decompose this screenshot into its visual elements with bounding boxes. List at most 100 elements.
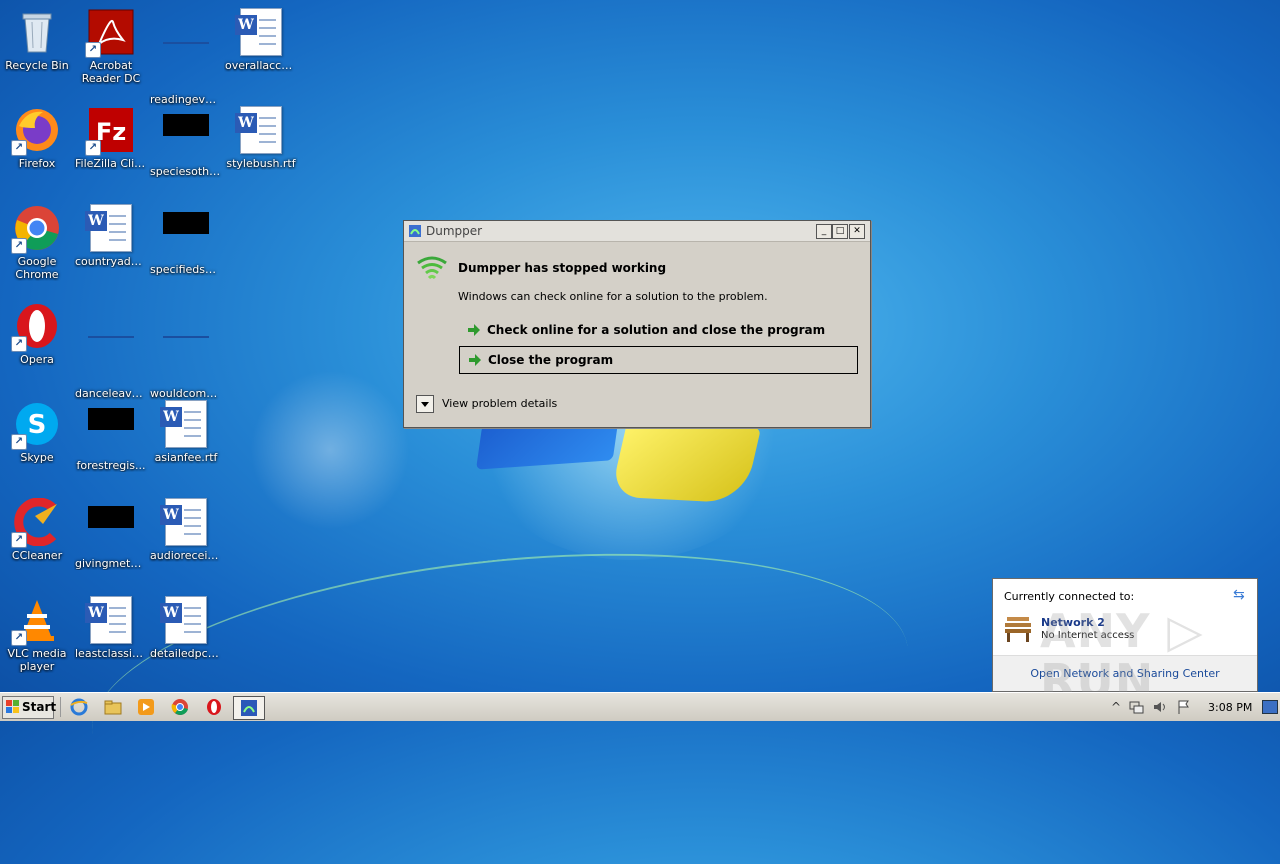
ccleaner-icon: ↗ — [11, 497, 61, 548]
desktop-icon-firefox[interactable]: ↗ Firefox — [0, 100, 74, 192]
desktop-icon-countryadd[interactable]: W countryadd... — [74, 198, 148, 290]
close-program-option[interactable]: Close the program — [459, 346, 858, 374]
filezilla-icon: Fz ↗ — [85, 106, 135, 156]
desktop-icon-overallacco[interactable]: W overallacco... — [224, 2, 298, 94]
desktop-icon-label: overallacco... — [225, 59, 298, 72]
desktop-icon-vlc[interactable]: ↗ VLC media player — [0, 590, 74, 682]
desktop-icon-skype[interactable]: S ↗ Skype — [0, 394, 74, 486]
internet-explorer-icon[interactable] — [70, 698, 88, 716]
desktop-icon-label: CCleaner — [11, 549, 63, 562]
dialog-heading: Dumpper has stopped working — [458, 261, 667, 275]
chevron-down-icon[interactable] — [416, 395, 434, 413]
desktop-icon-detailedpc[interactable]: W detailedpc.rtf — [149, 590, 223, 682]
vlc-icon: ↗ — [11, 596, 61, 646]
black-file-icon — [162, 212, 210, 260]
word-document-icon: W — [160, 498, 210, 546]
blank-file-icon — [162, 336, 210, 384]
desktop-icon-label: countryadd... — [75, 255, 148, 268]
file-explorer-icon[interactable] — [104, 698, 122, 716]
svg-text:S: S — [28, 410, 47, 440]
wifi-signal-icon — [416, 253, 448, 285]
black-file-icon — [87, 408, 135, 456]
green-arrow-icon — [467, 323, 481, 337]
chrome-icon: ↗ — [11, 204, 61, 254]
skype-icon: S ↗ — [11, 400, 61, 450]
desktop-icon-wouldcompo[interactable]: wouldcompo... — [149, 296, 223, 400]
desktop-icon-label: VLC media player — [7, 647, 67, 673]
refresh-icon[interactable]: ⇆ — [1233, 587, 1249, 603]
check-online-label: Check online for a solution and close th… — [487, 323, 826, 337]
desktop-icon-audioreceiv[interactable]: W audioreceiv... — [149, 492, 223, 584]
start-button[interactable]: Start — [2, 696, 57, 719]
black-file-icon — [162, 114, 210, 162]
media-player-icon[interactable] — [137, 698, 155, 716]
start-label: Start — [22, 700, 57, 714]
taskbar-clock[interactable]: 3:08 PM — [1208, 701, 1252, 714]
desktop-icon-google-chrome[interactable]: ↗ Google Chrome — [0, 198, 74, 290]
desktop-icon-recycle-bin[interactable]: Recycle Bin — [0, 2, 74, 94]
minimize-button[interactable]: _ — [816, 224, 832, 239]
desktop-icon-label: specifiedso... — [150, 263, 223, 276]
volume-icon[interactable] — [1152, 699, 1168, 715]
black-file-icon — [87, 506, 135, 554]
dialog-message: Windows can check online for a solution … — [458, 290, 768, 303]
desktop-icon-stylebush[interactable]: W stylebush.rtf — [224, 100, 298, 192]
desktop-icon-asianfee[interactable]: W asianfee.rtf — [149, 394, 223, 486]
desktop-icon-label: audioreceiv... — [150, 549, 223, 562]
desktop-icon-label: forestregis... — [76, 459, 146, 472]
dialog-title: Dumpper — [426, 224, 483, 238]
dialog-titlebar[interactable]: Dumpper _ □ ✕ — [404, 221, 870, 242]
dumpper-taskbar-button[interactable] — [233, 696, 265, 720]
desktop-icon-leastclassic[interactable]: W leastclassic.rtf — [74, 590, 148, 682]
view-details-label: View problem details — [442, 397, 558, 410]
word-document-icon: W — [160, 596, 210, 644]
desktop-icon-specifiedso[interactable]: specifiedso... — [149, 198, 223, 290]
desktop-icon-label: stylebush.rtf — [226, 157, 296, 170]
desktop-icon-danceleave[interactable]: danceleave.... — [74, 296, 148, 400]
desktop-icon-label: leastclassic.rtf — [75, 647, 148, 660]
close-button[interactable]: ✕ — [849, 224, 865, 239]
word-document-icon: W — [85, 204, 135, 252]
dumpper-taskbar-icon — [241, 700, 257, 716]
desktop-icon-givingmeth[interactable]: givingmeth... — [74, 492, 148, 584]
blank-file-icon — [87, 336, 135, 384]
desktop-icon-label: FileZilla Client — [75, 157, 148, 170]
green-arrow-icon — [468, 353, 482, 367]
action-center-flag-icon[interactable] — [1176, 699, 1192, 715]
word-document-icon: W — [85, 596, 135, 644]
desktop-icon-label: detailedpc.rtf — [150, 647, 223, 660]
close-program-label: Close the program — [488, 353, 614, 367]
error-dialog: Dumpper _ □ ✕ Dumpper has stopped workin… — [403, 220, 871, 428]
network-tray-icon[interactable] — [1128, 699, 1144, 715]
show-desktop-button[interactable] — [1262, 700, 1278, 714]
desktop-icon-acrobat-reader[interactable]: ↗ Acrobat Reader DC — [74, 2, 148, 94]
word-document-icon: W — [160, 400, 210, 448]
desktop-icon-label: Skype — [20, 451, 54, 464]
taskbar: Start ^ 3:08 PM — [0, 692, 1280, 721]
check-online-option[interactable]: Check online for a solution and close th… — [459, 317, 856, 343]
opera-icon: ↗ — [11, 302, 61, 352]
desktop-icon-label: Google Chrome — [15, 255, 59, 281]
word-document-icon: W — [235, 8, 285, 56]
opera-taskbar-icon[interactable] — [205, 698, 223, 716]
desktop-icon-speciesothe[interactable]: speciesothe... — [149, 100, 223, 192]
chrome-taskbar-icon[interactable] — [171, 698, 189, 716]
anyrun-watermark: ANY ▷ RUN — [1040, 604, 1204, 708]
desktop-icon-label: Acrobat Reader DC — [81, 59, 141, 85]
acrobat-icon: ↗ — [85, 8, 135, 58]
windows-logo-yellow — [610, 421, 761, 504]
firefox-icon: ↗ — [11, 106, 61, 156]
network-bench-icon — [1003, 615, 1033, 643]
desktop-icon-opera[interactable]: ↗ Opera — [0, 296, 74, 388]
blank-file-icon — [162, 42, 210, 90]
dumpper-app-icon — [408, 224, 422, 238]
desktop-icon-label: Firefox — [18, 157, 56, 170]
desktop-icon-readingeve[interactable]: readingeve... — [149, 2, 223, 106]
maximize-button[interactable]: □ — [832, 224, 848, 239]
desktop-icon-ccleaner[interactable]: ↗ CCleaner — [0, 492, 74, 584]
desktop-icon-forestregis[interactable]: forestregis... — [74, 394, 148, 486]
show-hidden-icons-icon[interactable]: ^ — [1108, 699, 1124, 715]
windows-flag-icon — [6, 700, 20, 714]
recycle-bin-icon — [13, 8, 61, 56]
desktop-icon-filezilla[interactable]: Fz ↗ FileZilla Client — [74, 100, 148, 192]
